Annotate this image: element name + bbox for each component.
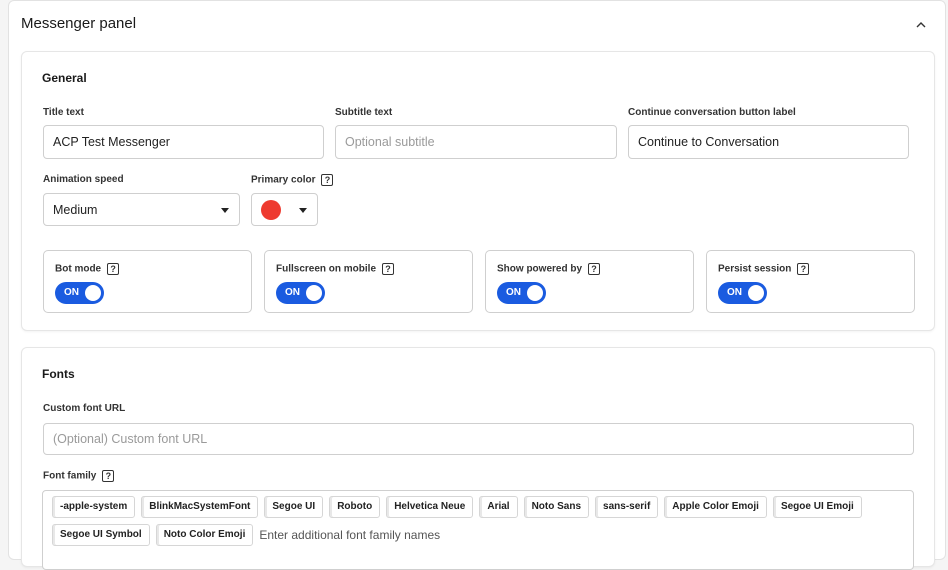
- help-icon[interactable]: ?: [797, 263, 810, 275]
- bot-mode-label-text: Bot mode: [55, 263, 102, 275]
- switch-knob: [85, 285, 101, 301]
- switch-state: ON: [506, 287, 521, 298]
- fullscreen-switch[interactable]: ON: [276, 282, 325, 304]
- messenger-panel: Messenger panel General Title text Subti…: [8, 0, 946, 570]
- panel-header[interactable]: Messenger panel: [9, 1, 945, 49]
- subtitle-text-label: Subtitle text: [335, 107, 393, 118]
- primary-color-label: Primary color?: [251, 174, 334, 186]
- title-text-label: Title text: [43, 107, 84, 118]
- font-family-label: Font family?: [43, 470, 115, 482]
- fonts-card: Fonts Custom font URL Font family? -appl…: [21, 347, 935, 570]
- toggle-card-bot-mode: Bot mode? ON: [43, 250, 252, 313]
- help-icon[interactable]: ?: [321, 174, 334, 186]
- font-tag[interactable]: Noto Sans: [523, 496, 590, 518]
- custom-font-url-input[interactable]: [43, 423, 914, 455]
- switch-knob: [306, 285, 322, 301]
- font-tag[interactable]: -apple-system: [52, 496, 136, 518]
- bot-mode-switch[interactable]: ON: [55, 282, 104, 304]
- title-text-input[interactable]: [43, 125, 324, 159]
- font-tag[interactable]: Segoe UI Emoji: [772, 496, 862, 518]
- font-family-tags: -apple-system BlinkMacSystemFont Segoe UI R…: [52, 496, 910, 546]
- toggle-card-persist-session: Persist session? ON: [706, 250, 915, 313]
- custom-font-url-label: Custom font URL: [43, 403, 126, 414]
- font-family-label-text: Font family: [43, 470, 97, 482]
- animation-speed-select[interactable]: Medium: [43, 193, 240, 226]
- font-tag[interactable]: sans-serif: [595, 496, 659, 518]
- font-tag[interactable]: Segoe UI Symbol: [52, 524, 150, 546]
- powered-by-switch[interactable]: ON: [497, 282, 546, 304]
- continue-label-label: Continue conversation button label: [628, 107, 796, 118]
- help-icon[interactable]: ?: [102, 470, 115, 482]
- powered-by-label: Show powered by?: [497, 263, 601, 275]
- font-tag[interactable]: Apple Color Emoji: [664, 496, 767, 518]
- switch-state: ON: [285, 287, 300, 298]
- help-icon[interactable]: ?: [107, 263, 120, 275]
- font-tag[interactable]: Roboto: [329, 496, 381, 518]
- color-swatch: [261, 200, 281, 220]
- switch-state: ON: [727, 287, 742, 298]
- primary-color-select[interactable]: [251, 193, 318, 226]
- font-tag[interactable]: Segoe UI: [264, 496, 324, 518]
- powered-by-label-text: Show powered by: [497, 263, 583, 275]
- primary-color-label-text: Primary color: [251, 174, 316, 186]
- font-tag[interactable]: Noto Color Emoji: [155, 524, 254, 546]
- general-title: General: [42, 71, 87, 85]
- caret-down-icon: [221, 208, 229, 213]
- help-icon[interactable]: ?: [382, 263, 395, 275]
- general-card: General Title text Subtitle text Continu…: [21, 51, 935, 331]
- fullscreen-label: Fullscreen on mobile?: [276, 263, 395, 275]
- switch-state: ON: [64, 287, 79, 298]
- subtitle-text-input[interactable]: [335, 125, 617, 159]
- animation-speed-value: Medium: [53, 203, 98, 217]
- persist-session-switch[interactable]: ON: [718, 282, 767, 304]
- switch-knob: [527, 285, 543, 301]
- font-family-tags-field[interactable]: -apple-system BlinkMacSystemFont Segoe UI R…: [42, 490, 914, 570]
- persist-session-label-text: Persist session: [718, 263, 792, 275]
- switch-knob: [748, 285, 764, 301]
- font-tag[interactable]: Helvetica Neue: [386, 496, 474, 518]
- fonts-title: Fonts: [42, 367, 75, 381]
- help-icon[interactable]: ?: [588, 263, 601, 275]
- caret-down-icon: [299, 208, 307, 213]
- panel-title: Messenger panel: [21, 15, 137, 32]
- fullscreen-label-text: Fullscreen on mobile: [276, 263, 377, 275]
- toggle-card-fullscreen: Fullscreen on mobile? ON: [264, 250, 473, 313]
- font-family-input[interactable]: [259, 524, 480, 546]
- persist-session-label: Persist session?: [718, 263, 810, 275]
- toggle-card-powered-by: Show powered by? ON: [485, 250, 694, 313]
- animation-speed-label: Animation speed: [43, 174, 124, 185]
- font-tag[interactable]: BlinkMacSystemFont: [141, 496, 259, 518]
- bot-mode-label: Bot mode?: [55, 263, 120, 275]
- continue-label-input[interactable]: [628, 125, 909, 159]
- chevron-up-icon[interactable]: [913, 17, 929, 33]
- font-tag[interactable]: Arial: [479, 496, 518, 518]
